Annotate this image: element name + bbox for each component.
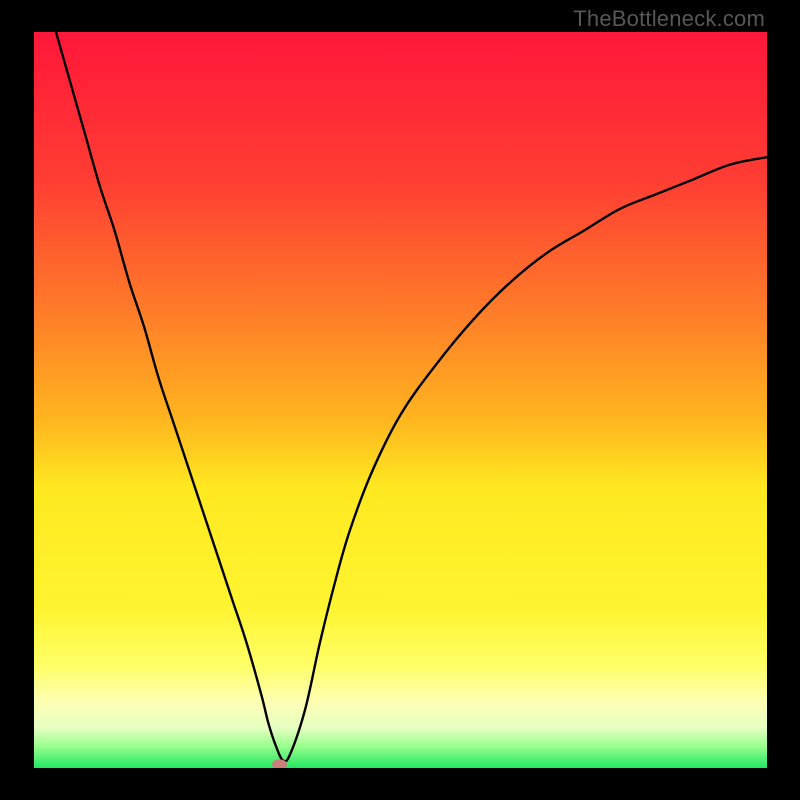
bottleneck-curve: [34, 32, 767, 768]
plot-area: [34, 32, 767, 768]
chart-frame: TheBottleneck.com: [0, 0, 800, 800]
watermark-text: TheBottleneck.com: [573, 6, 765, 32]
